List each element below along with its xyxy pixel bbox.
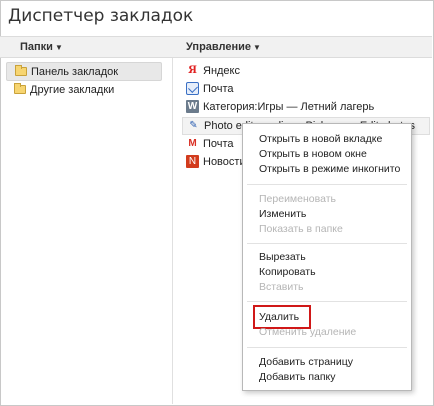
bookmark-label: Почта (203, 83, 234, 95)
menu-item-paste: Вставить (259, 281, 304, 293)
menu-separator (247, 301, 407, 302)
scrollbar[interactable] (420, 60, 430, 402)
bookmark-item-mail[interactable]: Почта (182, 81, 430, 99)
tree-item-label: Другие закладки (30, 84, 115, 96)
chevron-down-icon: ▼ (253, 43, 261, 52)
organize-menu-button[interactable]: Управление ▼ (186, 41, 261, 53)
bookmark-label: Категория:Игры — Летний лагерь (203, 101, 375, 113)
tree-item-bookmarks-bar[interactable]: Панель закладок (6, 62, 162, 81)
mail-icon (186, 82, 199, 95)
news-icon: N (186, 155, 199, 168)
menu-item-open-incognito[interactable]: Открыть в режиме инкогнито (259, 163, 400, 175)
menu-item-add-folder[interactable]: Добавить папку (259, 371, 336, 383)
bookmark-label: Почта (203, 138, 234, 150)
pen-icon: ✎ (189, 120, 198, 131)
menu-item-rename: Переименовать (259, 193, 336, 205)
menu-separator (247, 184, 407, 185)
menu-item-cut[interactable]: Вырезать (259, 251, 306, 263)
tree-item-label: Панель закладок (31, 66, 119, 78)
bookmark-label: Новости (203, 156, 246, 168)
bookmark-item-wiki[interactable]: W Категория:Игры — Летний лагерь (182, 99, 430, 117)
yandex-icon: Я (188, 65, 197, 76)
menu-item-edit[interactable]: Изменить (259, 208, 306, 220)
chevron-down-icon: ▼ (54, 43, 63, 52)
folder-icon (14, 83, 26, 94)
menu-item-add-page[interactable]: Добавить страницу (259, 356, 353, 368)
tree-item-other-bookmarks[interactable]: Другие закладки (6, 81, 162, 100)
menu-item-open-new-tab[interactable]: Открыть в новой вкладке (259, 133, 382, 145)
pane-divider[interactable] (172, 58, 173, 404)
wiki-icon: W (186, 100, 199, 113)
toolbar-header: Папки ▼ Управление ▼ (0, 36, 432, 58)
menu-item-delete[interactable]: Удалить (259, 311, 299, 323)
gmail-icon: M (188, 138, 197, 149)
folders-menu-button[interactable]: Папки ▼ (20, 41, 63, 53)
folders-menu-label: Папки (20, 41, 53, 53)
menu-separator (247, 243, 407, 244)
context-menu: Открыть в новой вкладке Открыть в новом … (242, 123, 412, 391)
organize-menu-label: Управление (186, 41, 252, 53)
page-title: Диспетчер закладок (8, 6, 194, 26)
menu-item-copy[interactable]: Копировать (259, 266, 316, 278)
menu-item-open-new-window[interactable]: Открыть в новом окне (259, 148, 367, 160)
bookmark-item-yandex[interactable]: Я Яндекс (182, 63, 430, 81)
menu-item-undo-delete: Отменить удаление (259, 326, 357, 338)
bookmark-label: Яндекс (203, 65, 240, 77)
menu-item-show-in-folder: Показать в папке (259, 223, 343, 235)
menu-separator (247, 347, 407, 348)
folder-icon (15, 65, 27, 76)
